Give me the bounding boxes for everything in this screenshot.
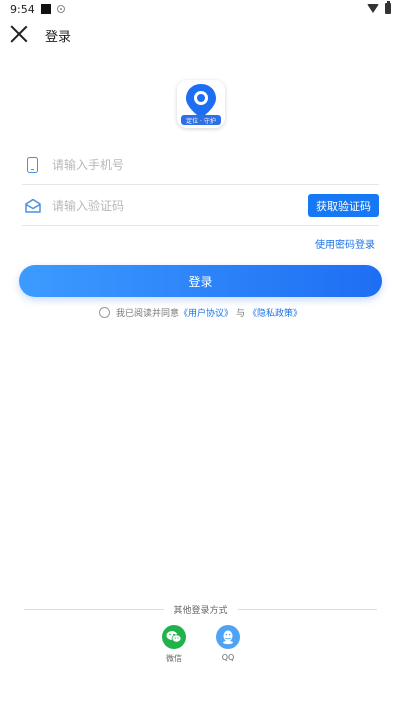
divider-line-left xyxy=(24,608,164,610)
agreement-checkbox[interactable] xyxy=(99,306,110,318)
page-title: 登录 xyxy=(45,30,72,45)
other-login-divider: 其他登录方式 xyxy=(24,602,378,616)
battery-icon xyxy=(385,1,391,14)
user-agreement-link[interactable]: 《用户协议》 xyxy=(179,306,233,319)
password-login-link[interactable]: 使用密码登录 xyxy=(315,236,375,251)
agreement-row: 我已阅读并同意 《用户协议》 与 《隐私政策》 xyxy=(99,305,302,319)
wechat-icon xyxy=(162,625,186,649)
header: 登录 xyxy=(0,20,401,48)
other-login-title: 其他登录方式 xyxy=(173,605,228,616)
code-field-row: 获取验证码 xyxy=(22,186,379,226)
qq-label: QQ xyxy=(221,653,235,662)
notification-icon xyxy=(40,4,51,14)
qq-icon xyxy=(216,625,240,649)
status-time: 9:54 xyxy=(10,2,35,16)
privacy-policy-link[interactable]: 《隐私政策》 xyxy=(248,306,302,319)
agreement-prefix: 我已阅读并同意 xyxy=(116,308,180,319)
phone-input[interactable] xyxy=(52,157,379,172)
envelope-icon xyxy=(24,197,42,215)
agreement-conjunction: 与 xyxy=(236,308,246,319)
app-logo: 定位 · 守护 xyxy=(177,80,225,128)
status-bar: 9:54 xyxy=(0,0,401,18)
get-code-button[interactable]: 获取验证码 xyxy=(308,194,379,217)
status-indicators xyxy=(367,1,391,14)
phone-field-row xyxy=(22,145,379,185)
close-icon[interactable] xyxy=(10,25,28,43)
phone-icon xyxy=(24,156,42,174)
qq-login-button[interactable]: QQ xyxy=(213,625,243,662)
divider-line-right xyxy=(237,608,378,610)
wechat-label: 微信 xyxy=(166,654,182,663)
wechat-login-button[interactable]: 微信 xyxy=(159,625,189,664)
wifi-icon xyxy=(367,4,379,13)
login-button[interactable]: 登录 xyxy=(19,265,382,297)
location-status-icon xyxy=(56,5,65,13)
logo-banner: 定位 · 守护 xyxy=(181,115,221,125)
